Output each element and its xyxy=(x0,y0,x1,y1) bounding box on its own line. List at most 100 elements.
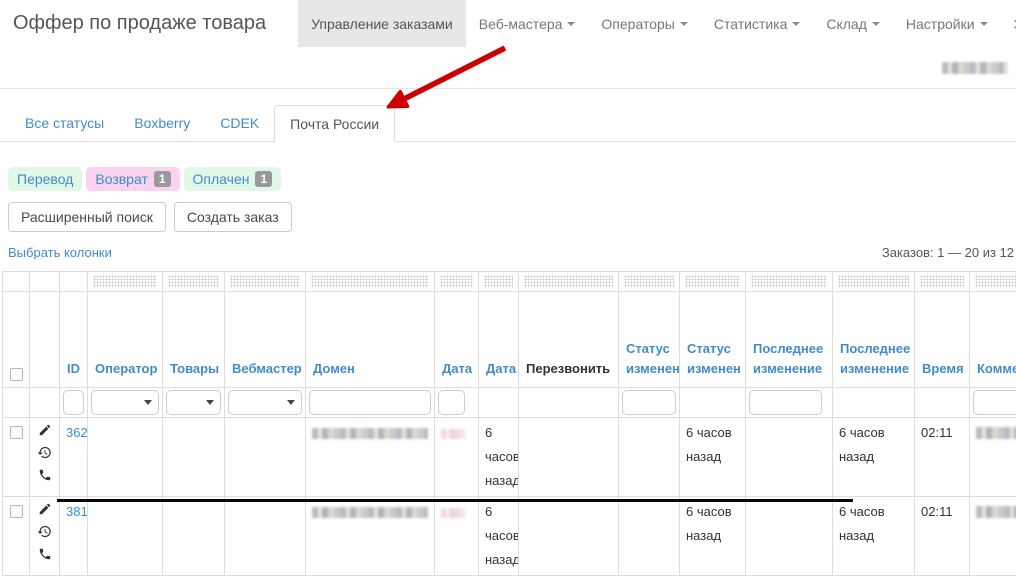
status-badge[interactable]: Возврат1 xyxy=(86,167,179,191)
row-actions xyxy=(36,421,53,482)
order-id-link[interactable]: 362 xyxy=(66,425,88,440)
column-header-label: Комментарий xyxy=(977,361,1016,376)
cell-time: 02:11 xyxy=(915,497,970,576)
select-all-checkbox[interactable] xyxy=(10,368,23,381)
column-grip[interactable] xyxy=(93,275,157,288)
nav-item[interactable]: Операторы xyxy=(588,0,700,47)
column-header-label: Вебмастер xyxy=(232,361,302,376)
edit-icon[interactable] xyxy=(38,423,52,437)
grip-cell xyxy=(163,272,225,292)
column-header-operator[interactable]: Оператор xyxy=(88,292,163,388)
nav-item[interactable]: Задачи xyxy=(1001,0,1016,47)
phone-icon[interactable] xyxy=(38,468,52,482)
column-grip[interactable] xyxy=(975,275,1016,288)
filter-select-operator[interactable] xyxy=(91,390,159,415)
filter-cell xyxy=(3,388,30,418)
column-header-time[interactable]: Время xyxy=(915,292,970,388)
filter-input-comment[interactable] xyxy=(973,390,1016,415)
nav-item-label: Управление заказами xyxy=(311,16,453,32)
history-icon[interactable] xyxy=(37,445,52,460)
column-header-label: Время xyxy=(922,361,964,376)
column-grip[interactable] xyxy=(168,275,219,288)
filter-cell xyxy=(915,388,970,418)
column-header-status_changed1[interactable]: Статус изменен xyxy=(619,292,680,388)
column-grip[interactable] xyxy=(484,275,513,288)
status-badge-label: Оплачен xyxy=(193,171,250,187)
nav-item[interactable]: Склад xyxy=(813,0,893,47)
column-header-last_change2[interactable]: Последнее изменение xyxy=(833,292,915,388)
nav-item-label: Статистика xyxy=(714,16,788,32)
filter-input-date1[interactable] xyxy=(438,390,465,415)
column-header-label: ID xyxy=(67,361,80,376)
filter-input-id[interactable] xyxy=(63,390,84,415)
column-header-webmaster[interactable]: Вебмастер xyxy=(225,292,306,388)
cell-domain xyxy=(306,418,435,497)
filter-input-last_change1[interactable] xyxy=(749,390,822,415)
column-header-label: Последнее изменение xyxy=(753,341,823,376)
status-tab[interactable]: CDEK xyxy=(205,105,274,141)
filter-select-webmaster[interactable] xyxy=(228,390,302,415)
row-select-checkbox[interactable] xyxy=(10,505,23,518)
select-columns-link[interactable]: Выбрать колонки xyxy=(8,245,112,260)
status-tab[interactable]: Boxberry xyxy=(119,105,205,141)
nav-item[interactable]: Управление заказами xyxy=(298,0,466,47)
column-header-products[interactable]: Товары xyxy=(163,292,225,388)
cell-actions xyxy=(30,418,60,497)
order-id-link[interactable]: 381 xyxy=(66,504,88,519)
column-header-domain[interactable]: Домен xyxy=(306,292,435,388)
column-grip[interactable] xyxy=(440,275,473,288)
filter-input-domain[interactable] xyxy=(309,390,431,415)
status-badge[interactable]: Перевод xyxy=(8,167,82,191)
column-grip[interactable] xyxy=(624,275,674,288)
grip-cell xyxy=(619,272,680,292)
phone-icon[interactable] xyxy=(38,547,52,561)
column-grip[interactable] xyxy=(230,275,300,288)
nav-item-label: Операторы xyxy=(601,16,674,32)
history-icon[interactable] xyxy=(37,524,52,539)
cell-date2: 6 часов назад xyxy=(479,418,519,497)
cell-text: 6 часов назад xyxy=(485,504,519,567)
domain-redacted xyxy=(312,428,428,439)
status-badge-count: 1 xyxy=(154,171,171,187)
domain-redacted xyxy=(312,507,428,518)
cell-status_changed1 xyxy=(619,497,680,576)
filter-input-status_changed1[interactable] xyxy=(622,390,676,415)
column-grip[interactable] xyxy=(751,275,827,288)
column-grip[interactable] xyxy=(838,275,909,288)
cell-operator xyxy=(88,497,163,576)
cell-select xyxy=(3,497,30,576)
advanced-search-button[interactable]: Расширенный поиск xyxy=(8,202,166,232)
grip-cell xyxy=(519,272,619,292)
cell-text: 02:11 xyxy=(921,504,953,519)
nav-item[interactable]: Настройки xyxy=(893,0,1001,47)
badges-row: ПереводВозврат1Оплачен1 xyxy=(8,167,1016,191)
row-select-checkbox[interactable] xyxy=(10,426,23,439)
status-badge[interactable]: Оплачен1 xyxy=(184,167,282,191)
filter-select-products[interactable] xyxy=(166,390,221,415)
create-order-button[interactable]: Создать заказ xyxy=(174,202,292,232)
column-header-date2[interactable]: Дата xyxy=(479,292,519,388)
nav-item[interactable]: Веб-мастера xyxy=(466,0,589,47)
column-header-id[interactable]: ID xyxy=(60,292,88,388)
grip-cell xyxy=(60,272,88,292)
cell-callback xyxy=(519,418,619,497)
status-tab[interactable]: Почта России xyxy=(274,105,395,142)
column-grip[interactable] xyxy=(524,275,613,288)
filter-cell xyxy=(833,388,915,418)
nav-item[interactable]: Статистика xyxy=(701,0,814,47)
username-redacted[interactable] xyxy=(942,62,1008,74)
column-header-comment[interactable]: Комментарий xyxy=(970,292,1016,388)
column-header-last_change1[interactable]: Последнее изменение xyxy=(746,292,833,388)
column-header-status_changed2[interactable]: Статус изменен xyxy=(680,292,746,388)
user-row xyxy=(0,47,1016,89)
grip-cell xyxy=(435,272,479,292)
column-grip[interactable] xyxy=(920,275,964,288)
column-header-date1[interactable]: Дата xyxy=(435,292,479,388)
column-grip[interactable] xyxy=(685,275,740,288)
filter-cell xyxy=(746,388,833,418)
filter-cell xyxy=(30,388,60,418)
edit-icon[interactable] xyxy=(38,502,52,516)
status-tab[interactable]: Все статусы xyxy=(10,105,119,141)
column-grip[interactable] xyxy=(311,275,429,288)
columns-row: Выбрать колонки Заказов: 1 — 20 из 12 xyxy=(8,245,1014,260)
